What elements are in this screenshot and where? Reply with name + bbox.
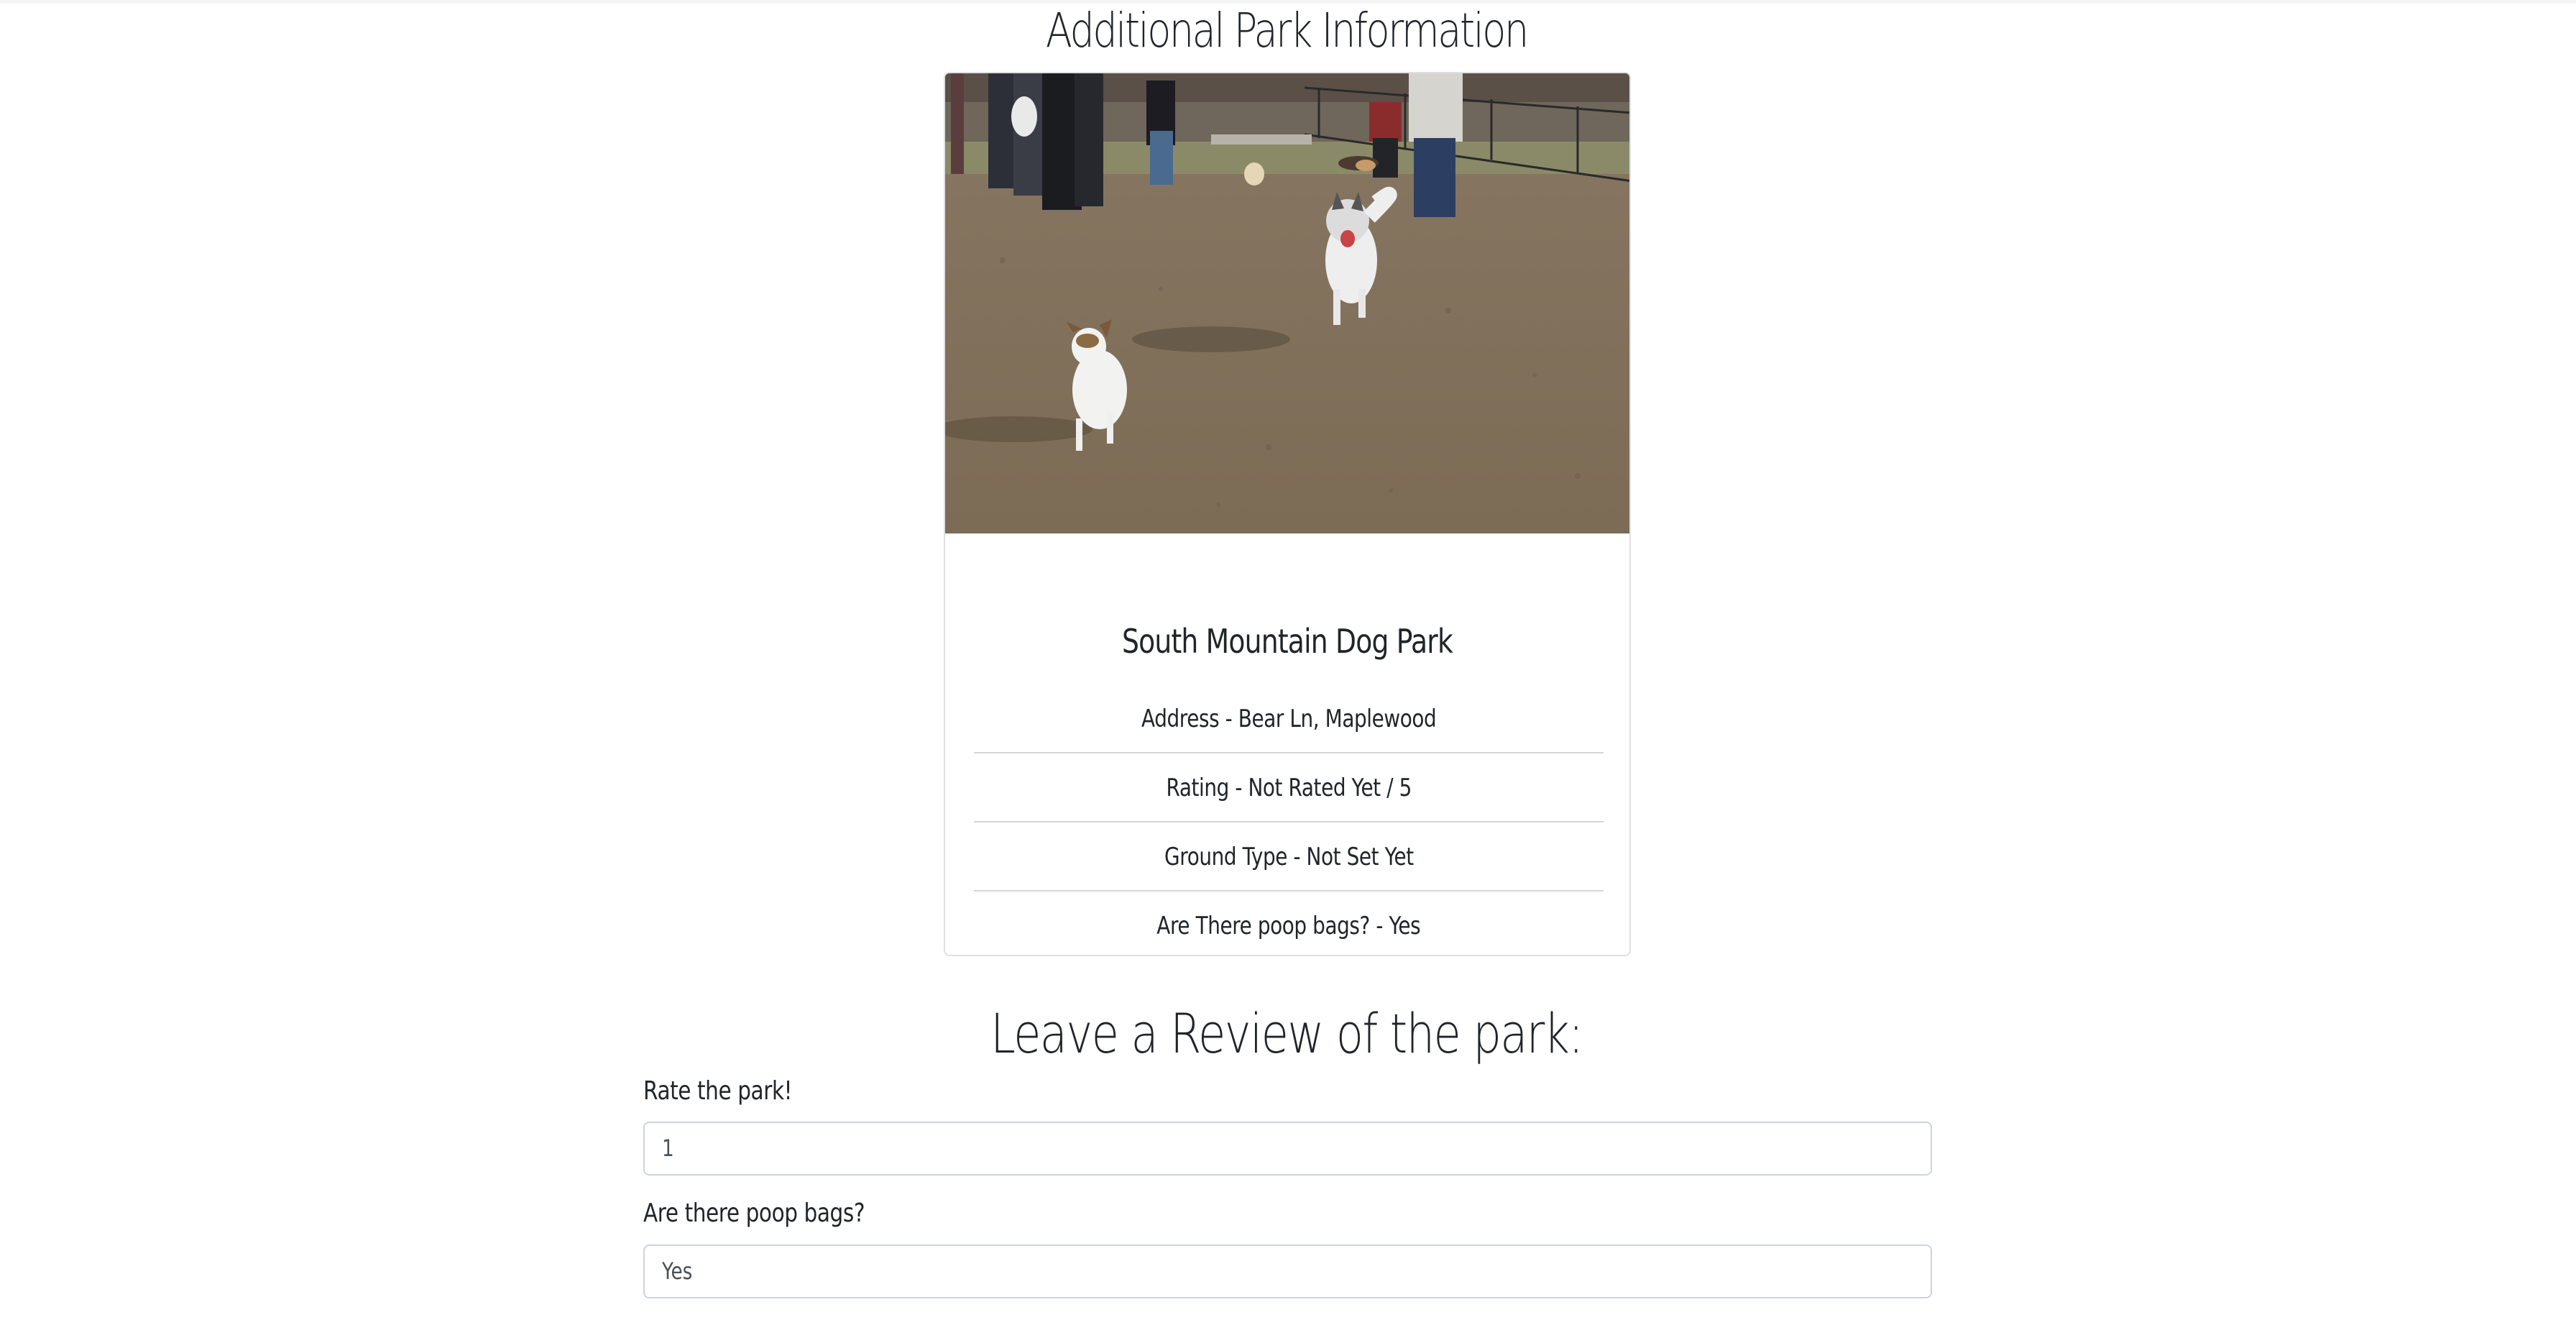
park-details-list: Address - Bear Ln, Maplewood Rating - No… [974,684,1604,955]
rate-input[interactable]: 1 [643,1122,1932,1175]
park-name: South Mountain Dog Park [1121,622,1453,661]
park-address: Address - Bear Ln, Maplewood [974,684,1604,753]
rate-label: Rate the park! [643,1076,793,1106]
park-rating: Rating - Not Rated Yet / 5 [974,753,1604,822]
park-ground-type: Ground Type - Not Set Yet [974,822,1604,892]
poop-bags-select[interactable]: Yes [643,1245,1932,1298]
park-photo [945,73,1629,533]
page-title: Additional Park Information [1045,3,1529,58]
park-poop-bags: Are There poop bags? - Yes [974,892,1604,955]
review-heading: Leave a Review of the park: [990,1002,1583,1065]
park-card: South Mountain Dog Park Address - Bear L… [944,72,1631,956]
poop-bags-label: Are there poop bags? [643,1198,865,1228]
